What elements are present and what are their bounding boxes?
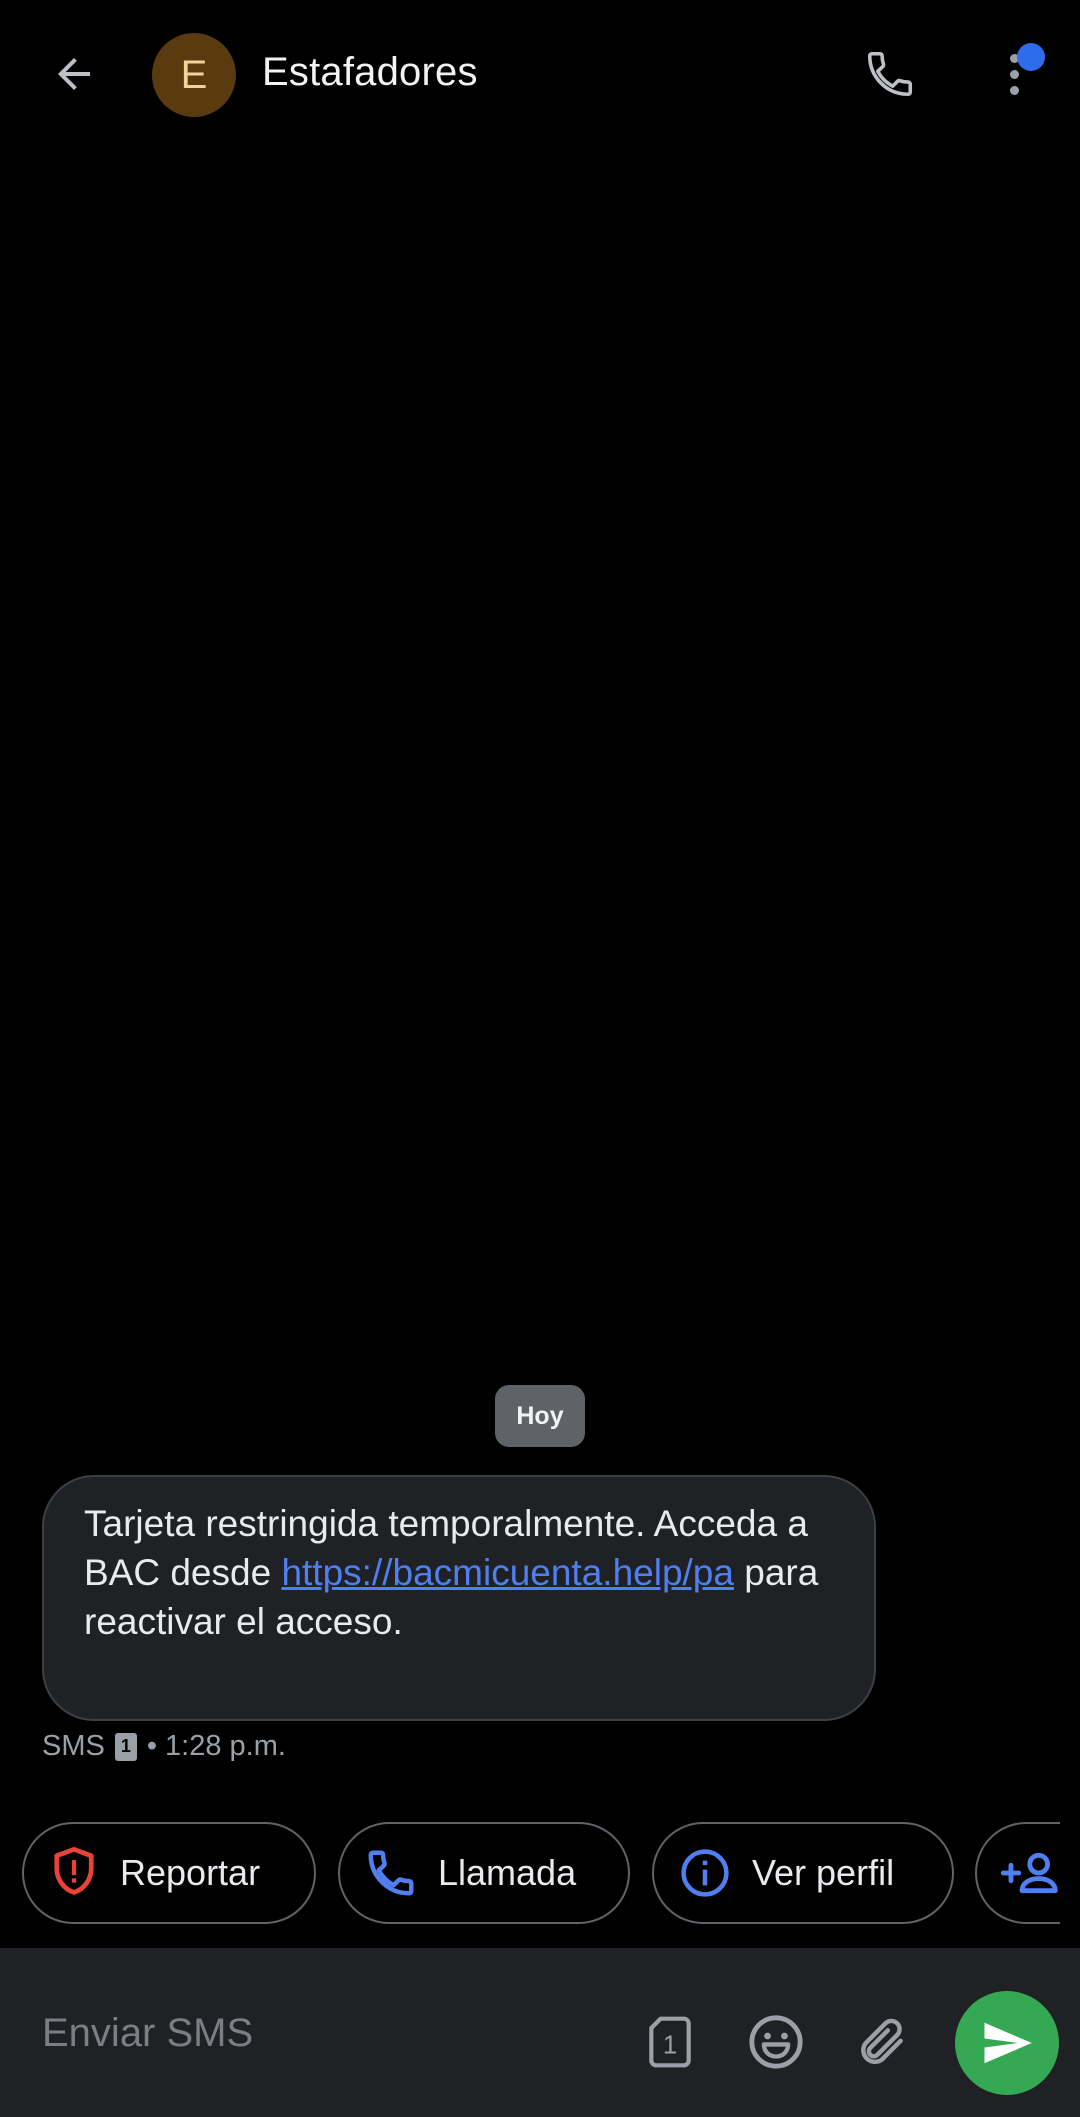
- avatar-initial: E: [180, 52, 208, 97]
- chip-label: Reportar: [120, 1852, 261, 1893]
- chip-label: Ver perfil: [752, 1852, 895, 1893]
- message-link[interactable]: https://bacmicuenta.help/pa: [281, 1552, 734, 1593]
- send-icon: [984, 2022, 1032, 2064]
- date-divider: Hoy: [495, 1385, 585, 1447]
- message-text: Tarjeta restringida temporalmente. Acced…: [84, 1499, 834, 1646]
- sim-card-icon: 1: [649, 2016, 691, 2068]
- phone-icon: [368, 1850, 414, 1896]
- arrow-left-icon: [58, 58, 90, 90]
- sim-select-button[interactable]: 1: [636, 2008, 704, 2076]
- message-meta: SMS 1 • 1:28 p.m.: [42, 1730, 286, 1763]
- message-bubble[interactable]: Tarjeta restringida temporalmente. Acced…: [42, 1475, 876, 1721]
- phone-icon: [867, 51, 913, 97]
- back-button[interactable]: [40, 40, 108, 108]
- shield-alert-icon: [54, 1846, 94, 1895]
- emoji-icon: [749, 2015, 803, 2069]
- more-dot: [1010, 86, 1019, 95]
- call-chip[interactable]: Llamada: [338, 1822, 630, 1924]
- chip-label: Llamada: [438, 1852, 577, 1893]
- sms-input[interactable]: Enviar SMS: [42, 1993, 602, 2073]
- contact-name[interactable]: Estafadores: [262, 50, 478, 95]
- more-dot: [1010, 70, 1019, 79]
- notification-dot: [1017, 43, 1045, 71]
- message-time: • 1:28 p.m.: [146, 1730, 286, 1762]
- top-app-bar: E Estafadores: [0, 0, 1080, 150]
- report-chip[interactable]: Reportar: [22, 1822, 316, 1924]
- message-composer: Enviar SMS 1: [0, 1948, 1080, 2117]
- message-type: SMS: [42, 1730, 105, 1762]
- sim-number: 1: [663, 2032, 677, 2060]
- view-profile-chip[interactable]: Ver perfil: [652, 1822, 954, 1924]
- attach-button[interactable]: [848, 2008, 916, 2076]
- paperclip-icon: [861, 2018, 903, 2065]
- suggestion-chips: Reportar Llamada Ver perfil: [0, 1822, 1060, 1928]
- emoji-button[interactable]: [742, 2008, 810, 2076]
- send-button[interactable]: [955, 1991, 1059, 2095]
- call-button[interactable]: [856, 40, 924, 108]
- add-contact-chip[interactable]: [975, 1822, 1060, 1924]
- sim-badge-icon: 1: [114, 1732, 137, 1761]
- avatar[interactable]: E: [152, 33, 236, 117]
- add-person-icon: [1001, 1852, 1058, 1894]
- info-icon: [681, 1849, 729, 1897]
